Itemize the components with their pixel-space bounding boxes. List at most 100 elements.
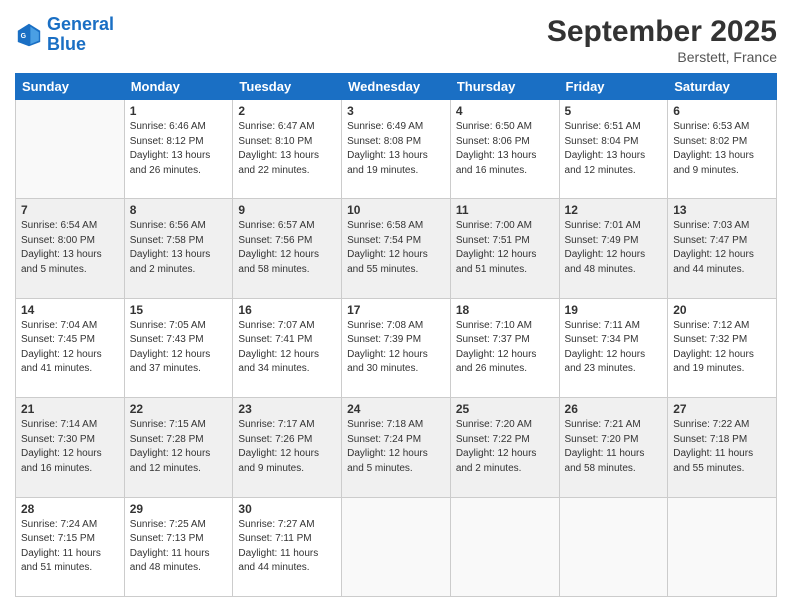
day-number: 22 — [130, 402, 228, 416]
table-row: 3 Sunrise: 6:49 AM Sunset: 8:08 PM Daylig… — [342, 100, 451, 199]
table-row: 10 Sunrise: 6:58 AM Sunset: 7:54 PM Dayli… — [342, 199, 451, 298]
day-number: 8 — [130, 203, 228, 217]
calendar-row-2: 14 Sunrise: 7:04 AM Sunset: 7:45 PM Dayli… — [16, 298, 777, 397]
day-number: 23 — [238, 402, 336, 416]
day-number: 25 — [456, 402, 554, 416]
table-row: 11 Sunrise: 7:00 AM Sunset: 7:51 PM Dayli… — [450, 199, 559, 298]
page: G General Blue September 2025 Berstett, … — [0, 0, 792, 612]
day-number: 15 — [130, 303, 228, 317]
day-number: 29 — [130, 502, 228, 516]
day-number: 26 — [565, 402, 663, 416]
day-number: 17 — [347, 303, 445, 317]
col-monday: Monday — [124, 74, 233, 100]
cell-info: Sunrise: 6:51 AM Sunset: 8:04 PM Dayligh… — [565, 120, 663, 178]
calendar-row-4: 28Sunrise: 7:24 AM Sunset: 7:15 PM Dayli… — [16, 497, 777, 596]
day-number: 3 — [347, 104, 445, 118]
logo-line2: Blue — [47, 34, 86, 54]
table-row: 29 Sunrise: 7:25 AM Sunset: 7:13 PM Dayli… — [124, 497, 233, 596]
cell-info: Sunrise: 6:50 AM Sunset: 8:06 PM Dayligh… — [456, 120, 554, 178]
calendar-row-0: 1 Sunrise: 6:46 AM Sunset: 8:12 PM Daylig… — [16, 100, 777, 199]
table-row: 5 Sunrise: 6:51 AM Sunset: 8:04 PM Daylig… — [559, 100, 668, 199]
col-tuesday: Tuesday — [233, 74, 342, 100]
logo-text: General Blue — [47, 15, 114, 55]
table-row — [342, 497, 451, 596]
cell-info: Sunrise: 7:08 AM Sunset: 7:39 PM Dayligh… — [347, 319, 445, 377]
cell-info: Sunrise: 7:04 AM Sunset: 7:45 PM Dayligh… — [21, 319, 119, 377]
cell-info: Sunrise: 7:07 AM Sunset: 7:41 PM Dayligh… — [238, 319, 336, 377]
month-title: September 2025 — [547, 15, 777, 49]
table-row: 14 Sunrise: 7:04 AM Sunset: 7:45 PM Dayli… — [16, 298, 125, 397]
table-row: 8 Sunrise: 6:56 AM Sunset: 7:58 PM Daylig… — [124, 199, 233, 298]
day-number: 4 — [456, 104, 554, 118]
cell-info: Sunrise: 6:56 AM Sunset: 7:58 PM Dayligh… — [130, 219, 228, 277]
cell-info: Sunrise: 7:25 AM Sunset: 7:13 PM Dayligh… — [130, 518, 228, 576]
header-row: Sunday Monday Tuesday Wednesday Thursday… — [16, 74, 777, 100]
calendar-row-3: 21 Sunrise: 7:14 AM Sunset: 7:30 PM Dayli… — [16, 398, 777, 497]
cell-info: Sunrise: 6:58 AM Sunset: 7:54 PM Dayligh… — [347, 219, 445, 277]
cell-info: Sunrise: 7:22 AM Sunset: 7:18 PM Dayligh… — [673, 418, 771, 476]
day-number: 20 — [673, 303, 771, 317]
title-area: September 2025 Berstett, France — [547, 15, 777, 65]
table-row: 23Sunrise: 7:17 AM Sunset: 7:26 PM Dayli… — [233, 398, 342, 497]
day-number: 7 — [21, 203, 119, 217]
table-row: 30 Sunrise: 7:27 AM Sunset: 7:11 PM Dayli… — [233, 497, 342, 596]
col-saturday: Saturday — [668, 74, 777, 100]
day-number: 27 — [673, 402, 771, 416]
day-number: 16 — [238, 303, 336, 317]
svg-text:G: G — [21, 33, 27, 40]
cell-info: Sunrise: 7:18 AM Sunset: 7:24 PM Dayligh… — [347, 418, 445, 476]
cell-info: Sunrise: 7:00 AM Sunset: 7:51 PM Dayligh… — [456, 219, 554, 277]
day-number: 30 — [238, 502, 336, 516]
day-number: 11 — [456, 203, 554, 217]
day-number: 14 — [21, 303, 119, 317]
location: Berstett, France — [547, 49, 777, 65]
col-friday: Friday — [559, 74, 668, 100]
table-row: 17 Sunrise: 7:08 AM Sunset: 7:39 PM Dayli… — [342, 298, 451, 397]
table-row: 9 Sunrise: 6:57 AM Sunset: 7:56 PM Daylig… — [233, 199, 342, 298]
cell-info: Sunrise: 7:27 AM Sunset: 7:11 PM Dayligh… — [238, 518, 336, 576]
logo-line1: General — [47, 14, 114, 34]
day-number: 21 — [21, 402, 119, 416]
cell-info: Sunrise: 6:47 AM Sunset: 8:10 PM Dayligh… — [238, 120, 336, 178]
table-row: 16 Sunrise: 7:07 AM Sunset: 7:41 PM Dayli… — [233, 298, 342, 397]
day-number: 5 — [565, 104, 663, 118]
table-row: 13Sunrise: 7:03 AM Sunset: 7:47 PM Dayli… — [668, 199, 777, 298]
cell-info: Sunrise: 6:49 AM Sunset: 8:08 PM Dayligh… — [347, 120, 445, 178]
table-row — [16, 100, 125, 199]
day-number: 18 — [456, 303, 554, 317]
table-row: 6 Sunrise: 6:53 AM Sunset: 8:02 PM Daylig… — [668, 100, 777, 199]
day-number: 6 — [673, 104, 771, 118]
table-row: 2 Sunrise: 6:47 AM Sunset: 8:10 PM Daylig… — [233, 100, 342, 199]
table-row: 15 Sunrise: 7:05 AM Sunset: 7:43 PM Dayli… — [124, 298, 233, 397]
header: G General Blue September 2025 Berstett, … — [15, 15, 777, 65]
table-row: 26 Sunrise: 7:21 AM Sunset: 7:20 PM Dayli… — [559, 398, 668, 497]
col-sunday: Sunday — [16, 74, 125, 100]
day-number: 2 — [238, 104, 336, 118]
cell-info: Sunrise: 6:57 AM Sunset: 7:56 PM Dayligh… — [238, 219, 336, 277]
table-row — [450, 497, 559, 596]
day-number: 9 — [238, 203, 336, 217]
logo: G General Blue — [15, 15, 114, 55]
cell-info: Sunrise: 7:20 AM Sunset: 7:22 PM Dayligh… — [456, 418, 554, 476]
cell-info: Sunrise: 7:15 AM Sunset: 7:28 PM Dayligh… — [130, 418, 228, 476]
cell-info: Sunrise: 6:53 AM Sunset: 8:02 PM Dayligh… — [673, 120, 771, 178]
table-row: 19Sunrise: 7:11 AM Sunset: 7:34 PM Dayli… — [559, 298, 668, 397]
cell-info: Sunrise: 6:46 AM Sunset: 8:12 PM Dayligh… — [130, 120, 228, 178]
cell-info: Sunrise: 6:54 AM Sunset: 8:00 PM Dayligh… — [21, 219, 119, 277]
cell-info: Sunrise: 7:12 AM Sunset: 7:32 PM Dayligh… — [673, 319, 771, 377]
table-row: 1 Sunrise: 6:46 AM Sunset: 8:12 PM Daylig… — [124, 100, 233, 199]
cell-info: Sunrise: 7:10 AM Sunset: 7:37 PM Dayligh… — [456, 319, 554, 377]
day-number: 10 — [347, 203, 445, 217]
calendar-table: Sunday Monday Tuesday Wednesday Thursday… — [15, 73, 777, 597]
table-row: 28Sunrise: 7:24 AM Sunset: 7:15 PM Dayli… — [16, 497, 125, 596]
cell-info: Sunrise: 7:14 AM Sunset: 7:30 PM Dayligh… — [21, 418, 119, 476]
cell-info: Sunrise: 7:11 AM Sunset: 7:34 PM Dayligh… — [565, 319, 663, 377]
table-row: 12 Sunrise: 7:01 AM Sunset: 7:49 PM Dayli… — [559, 199, 668, 298]
cell-info: Sunrise: 7:03 AM Sunset: 7:47 PM Dayligh… — [673, 219, 771, 277]
table-row: 22 Sunrise: 7:15 AM Sunset: 7:28 PM Dayli… — [124, 398, 233, 497]
cell-info: Sunrise: 7:05 AM Sunset: 7:43 PM Dayligh… — [130, 319, 228, 377]
cell-info: Sunrise: 7:21 AM Sunset: 7:20 PM Dayligh… — [565, 418, 663, 476]
day-number: 12 — [565, 203, 663, 217]
day-number: 1 — [130, 104, 228, 118]
cell-info: Sunrise: 7:01 AM Sunset: 7:49 PM Dayligh… — [565, 219, 663, 277]
